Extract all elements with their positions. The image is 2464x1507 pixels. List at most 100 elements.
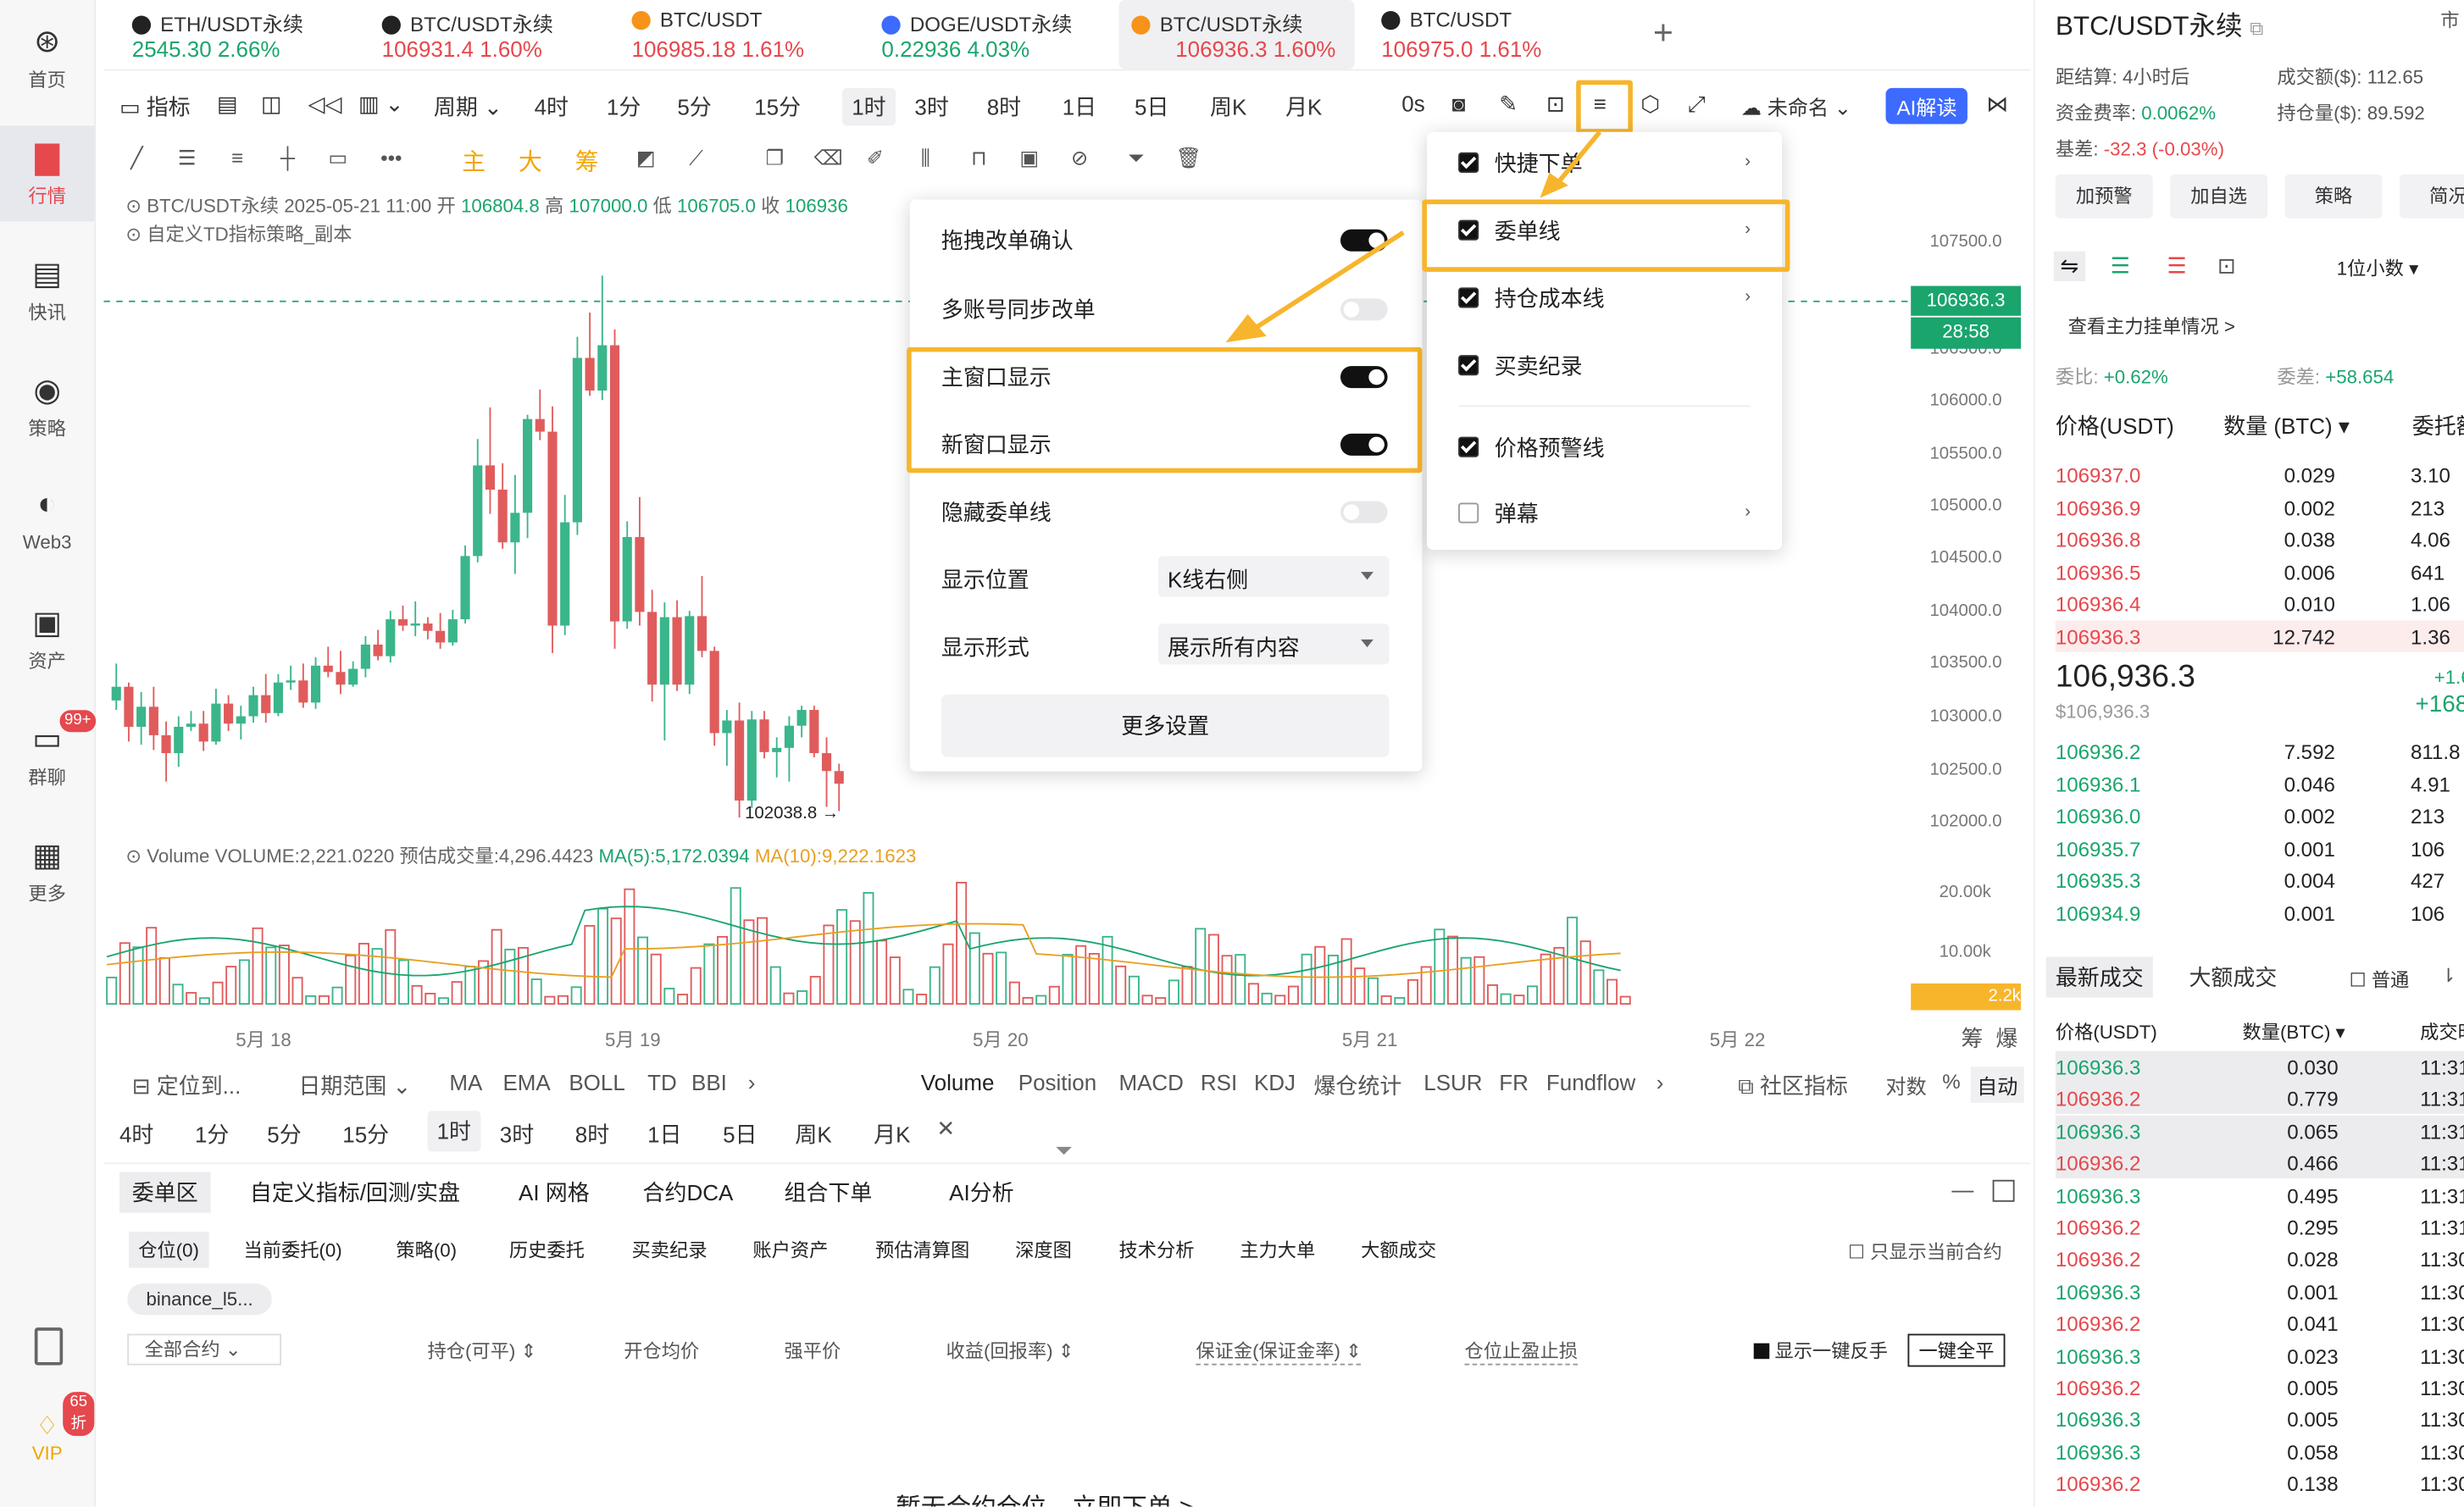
overview-button[interactable]: 简况 [2399, 174, 2464, 219]
main-indicator-0[interactable]: MA [449, 1070, 482, 1095]
nav-item-3[interactable]: ◉ 策略 [0, 371, 94, 441]
filter-icon[interactable]: ⏷ [1125, 147, 1147, 169]
trash-icon[interactable]: 🗑 [1175, 147, 1201, 169]
log-toggle[interactable]: 对数 [1886, 1070, 1927, 1100]
close-all-button[interactable]: 一键全平 [1907, 1333, 2006, 1367]
trade-sort-icon[interactable]: ⇂ [2440, 965, 2456, 987]
one-key-reverse-checkbox[interactable]: 显示一键反手 [1753, 1337, 1888, 1364]
orderbook-mode-bids-icon[interactable]: ☰ [2111, 253, 2130, 280]
nav-item-0[interactable]: ⊛ 首页 [0, 22, 94, 92]
main-indicator-3[interactable]: TD [647, 1070, 677, 1095]
toolbar-tf-10[interactable]: 月K [1285, 91, 1322, 123]
locate-button[interactable]: ⊟ 定位到... [132, 1070, 241, 1101]
tf-item-6[interactable]: 8时 [575, 1118, 609, 1150]
liquidation-toggle[interactable]: 爆 [1995, 1022, 2017, 1054]
bottom-tab-2[interactable]: AI 网格 [519, 1177, 590, 1208]
hline-tool-icon[interactable]: ☰ [176, 147, 198, 169]
normal-checkbox[interactable]: ☐ 普通 [2350, 967, 2410, 994]
settings-icon[interactable]: ⬡ [1640, 91, 1660, 119]
tf-item-3[interactable]: 15分 [342, 1118, 389, 1150]
ask-row[interactable]: 106937.0 0.029 3.10 [2056, 459, 2464, 490]
ask-row[interactable]: 106936.4 0.010 1.06 [2056, 588, 2464, 619]
orderbook-mode-asks-icon[interactable]: ☰ [2167, 253, 2186, 280]
setting-toggle-4[interactable] [1340, 501, 1388, 524]
menu-checkbox[interactable] [1458, 355, 1479, 376]
tf-item-5[interactable]: 3时 [500, 1118, 534, 1150]
bid-row[interactable]: 106936.1 0.046 4.91 [2056, 767, 2464, 799]
main-tool[interactable]: 主 [462, 145, 486, 178]
toolbar-tf-6[interactable]: 8时 [987, 91, 1021, 123]
more-settings-button[interactable]: 更多设置 [941, 694, 1390, 757]
expand-icon[interactable]: ⤢ [1688, 91, 1706, 119]
brush-icon[interactable]: ✐ [864, 147, 886, 169]
menu-item-0[interactable]: 快捷下单 › [1458, 146, 1751, 180]
ob-col-qty[interactable]: 数量 (BTC) ▾ [2223, 410, 2350, 441]
sub-tab-7[interactable]: 深度图 [1015, 1237, 1072, 1264]
contract-filter-dropdown[interactable]: 全部合约 ⌄ [127, 1333, 281, 1366]
bottom-tab-3[interactable]: 合约DCA [643, 1177, 734, 1208]
camera-icon[interactable]: ◙ [1452, 91, 1466, 117]
dots-tool-icon[interactable]: ••• [380, 147, 402, 169]
account-chip[interactable]: binance_l5... [127, 1283, 272, 1316]
toolbar-tf-9[interactable]: 周K [1210, 91, 1246, 123]
menu-item-2[interactable]: 持仓成本线 › [1458, 281, 1751, 316]
nav-item-6[interactable]: ▭ 群聊 99+ [0, 710, 97, 790]
tf-item-10[interactable]: 月K [874, 1118, 910, 1150]
decimal-dropdown[interactable]: 1位小数 ▾ [2337, 254, 2419, 281]
toolbar-tf-0[interactable]: 4时 [535, 91, 569, 123]
trade-tab-large[interactable]: 大额成交 [2189, 961, 2277, 993]
percent-toggle[interactable]: % [1942, 1070, 1960, 1094]
orderbook-mode-both-icon[interactable]: ⇋ [2053, 251, 2085, 281]
position-col-4[interactable]: 收益(回报率) ⇕ [946, 1337, 1074, 1364]
indicator-button[interactable]: ▭ 指标 [119, 91, 191, 123]
menu-item-3[interactable]: 买卖纪录 [1458, 349, 1751, 384]
toolbar-tf-8[interactable]: 5日 [1135, 91, 1168, 123]
community-indicator[interactable]: ⧉ 社区指标 [1738, 1070, 1848, 1101]
main-indicator-2[interactable]: BOLL [569, 1070, 624, 1095]
sub-tab-8[interactable]: 技术分析 [1118, 1237, 1194, 1264]
bottom-tab-5[interactable]: AI分析 [949, 1177, 1013, 1208]
sub-tab-2[interactable]: 策略(0) [396, 1237, 457, 1264]
note-icon[interactable]: ▣ [1018, 147, 1041, 169]
big-tool[interactable]: 大 [519, 145, 542, 178]
trade-col-qty[interactable]: 数量(BTC) ▾ [2243, 1018, 2345, 1045]
trade-tab-latest[interactable]: 最新成交 [2045, 956, 2153, 998]
sub-tab-5[interactable]: 账户资产 [752, 1237, 828, 1264]
bid-row[interactable]: 106936.2 7.592 811.8 [2056, 735, 2464, 767]
ask-row[interactable]: 106936.9 0.002 213 [2056, 491, 2464, 523]
sub-tab-3[interactable]: 历史委托 [509, 1237, 585, 1264]
menu-checkbox[interactable] [1458, 287, 1479, 308]
toolbar-tf-7[interactable]: 1日 [1063, 91, 1096, 123]
sub-indicator-more[interactable]: › [1657, 1070, 1664, 1095]
sub-tab-10[interactable]: 大额成交 [1361, 1237, 1436, 1264]
nav-item-1[interactable]: ▇ 行情 [0, 125, 95, 222]
symbol-tab-1[interactable]: BTC/USDT永续 106931.4 1.60% [379, 0, 614, 69]
collapse-handle[interactable] [1056, 1146, 1072, 1155]
chip-toggle[interactable]: 筹 [1962, 1022, 1984, 1054]
sub-tab-0[interactable]: 仓位(0) [129, 1232, 209, 1268]
bid-row[interactable]: 106935.3 0.004 427 [2056, 864, 2464, 895]
strategy-label[interactable]: ⊙ 自定义TD指标策略_副本 [125, 220, 352, 247]
eraser-icon[interactable]: ⌫ [814, 147, 843, 169]
symbol-tab-0[interactable]: ETH/USDT永续 2545.30 2.66% [129, 0, 364, 69]
popout-icon[interactable] [1992, 1179, 2015, 1202]
menu-checkbox[interactable] [1458, 152, 1479, 174]
tf-item-2[interactable]: 5分 [267, 1118, 301, 1150]
draw-a-icon[interactable]: ◩ [635, 147, 657, 169]
sub-indicator-4[interactable]: KDJ [1254, 1070, 1296, 1095]
sub-indicator-1[interactable]: Position [1018, 1070, 1096, 1095]
bottom-tab-1[interactable]: 自定义指标/回测/实盘 [250, 1177, 460, 1208]
mobile-icon[interactable] [34, 1327, 64, 1366]
tf-item-9[interactable]: 周K [795, 1118, 831, 1150]
share-icon[interactable]: ⋈ [1986, 91, 2008, 119]
minimize-icon[interactable]: — [1951, 1177, 1973, 1202]
sub-indicator-7[interactable]: FR [1499, 1070, 1529, 1095]
add-watchlist-button[interactable]: 加自选 [2170, 174, 2268, 219]
lock-icon[interactable]: ⊓ [968, 147, 990, 169]
menu-item-5[interactable]: 弹幕 › [1458, 496, 1751, 531]
sub-indicator-2[interactable]: MACD [1118, 1070, 1183, 1095]
sub-indicator-3[interactable]: RSI [1201, 1070, 1237, 1095]
orderbook-detach-icon[interactable]: ⊡ [2217, 253, 2236, 280]
layout-name-dropdown[interactable]: ☁ 未命名 ⌄ [1741, 91, 1851, 121]
sub-tab-1[interactable]: 当前委托(0) [243, 1237, 341, 1264]
